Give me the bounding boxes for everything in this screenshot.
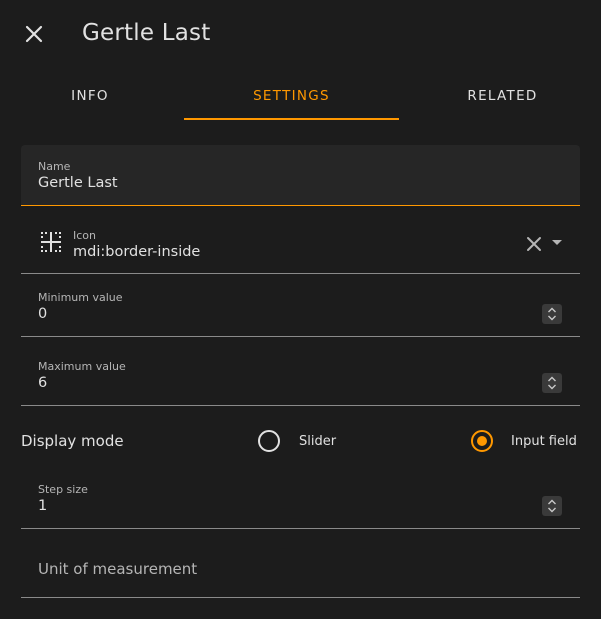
stepper-arrows-icon [548, 376, 556, 390]
slider-radio-label[interactable]: Slider [299, 434, 336, 449]
maximum-underline [21, 405, 580, 406]
minimum-label: Minimum value [38, 291, 123, 304]
minimum-value-field[interactable]: Minimum value 0 [21, 284, 580, 337]
stepper-arrows-icon [548, 499, 556, 513]
unit-of-measurement-field[interactable]: Unit of measurement [21, 545, 580, 598]
unit-of-measurement-input[interactable]: Unit of measurement [38, 560, 197, 578]
display-mode-label: Display mode [21, 432, 124, 450]
input-field-radio[interactable] [469, 428, 495, 454]
radio-checked-icon [471, 430, 493, 452]
maximum-stepper[interactable] [542, 373, 562, 393]
tab-bar: INFO SETTINGS RELATED [0, 72, 601, 122]
close-button[interactable] [18, 18, 50, 50]
step-size-label: Step size [38, 483, 88, 496]
name-field[interactable]: Name Gertle Last [21, 145, 580, 206]
dropdown-arrow-icon[interactable] [550, 236, 564, 250]
minimum-input[interactable]: 0 [38, 306, 47, 322]
step-size-stepper[interactable] [542, 496, 562, 516]
border-inside-icon [41, 232, 61, 252]
minimum-stepper[interactable] [542, 304, 562, 324]
minimum-underline [21, 336, 580, 337]
icon-input[interactable]: mdi:border-inside [73, 244, 200, 260]
input-field-radio-label[interactable]: Input field [511, 434, 577, 449]
maximum-label: Maximum value [38, 360, 126, 373]
dialog-header: Gertle Last [0, 0, 601, 70]
tab-related[interactable]: RELATED [404, 72, 601, 120]
step-size-field[interactable]: Step size 1 [21, 476, 580, 529]
close-icon [25, 25, 43, 43]
slider-radio[interactable] [256, 428, 282, 454]
icon-picker-field[interactable]: Icon mdi:border-inside [21, 222, 580, 274]
entity-settings-dialog: Gertle Last INFO SETTINGS RELATED Name G… [0, 0, 601, 619]
maximum-value-field[interactable]: Maximum value 6 [21, 353, 580, 406]
stepper-arrows-icon [548, 307, 556, 321]
dialog-title: Gertle Last [82, 20, 211, 46]
tab-settings[interactable]: SETTINGS [184, 72, 399, 120]
icon-underline [21, 273, 580, 274]
active-tab-indicator [184, 118, 399, 120]
radio-unchecked-icon [258, 430, 280, 452]
name-input[interactable]: Gertle Last [38, 175, 118, 191]
tab-info[interactable]: INFO [0, 72, 180, 120]
clear-icon[interactable] [525, 235, 543, 253]
step-size-underline [21, 528, 580, 529]
name-label: Name [38, 160, 71, 173]
step-size-input[interactable]: 1 [38, 498, 47, 514]
maximum-input[interactable]: 6 [38, 375, 47, 391]
icon-label: Icon [73, 229, 96, 242]
unit-underline [21, 597, 580, 598]
name-underline [21, 205, 580, 206]
display-mode-row: Display mode Slider Input field [0, 420, 601, 464]
